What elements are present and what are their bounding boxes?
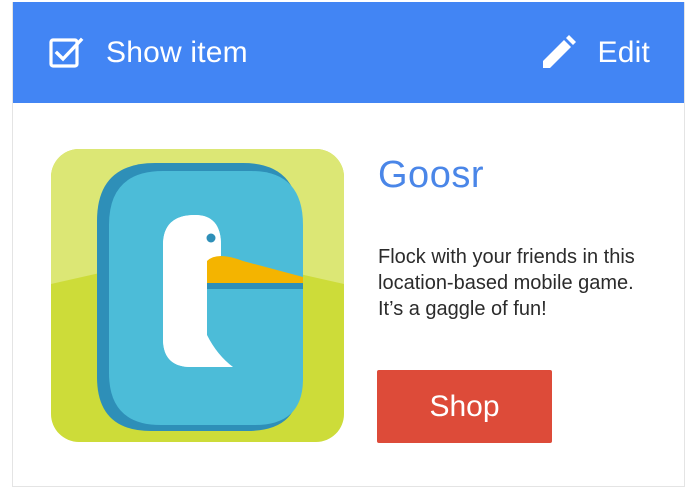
item-description: Flock with your friends in this location… (378, 246, 635, 320)
goosr-app-icon (51, 149, 344, 442)
edit-label: Edit (597, 35, 650, 69)
card-header: Show item Edit (13, 2, 684, 103)
item-card: Show item Edit Goosr Flock with your fri… (12, 2, 685, 487)
pencil-icon (540, 34, 576, 71)
edit-button[interactable]: Edit (540, 2, 651, 103)
show-item-header: Show item (48, 2, 248, 103)
checkbox-icon (48, 35, 84, 71)
header-title: Show item (106, 35, 248, 69)
shop-button[interactable]: Shop (377, 370, 552, 443)
item-title: Goosr (378, 154, 484, 196)
